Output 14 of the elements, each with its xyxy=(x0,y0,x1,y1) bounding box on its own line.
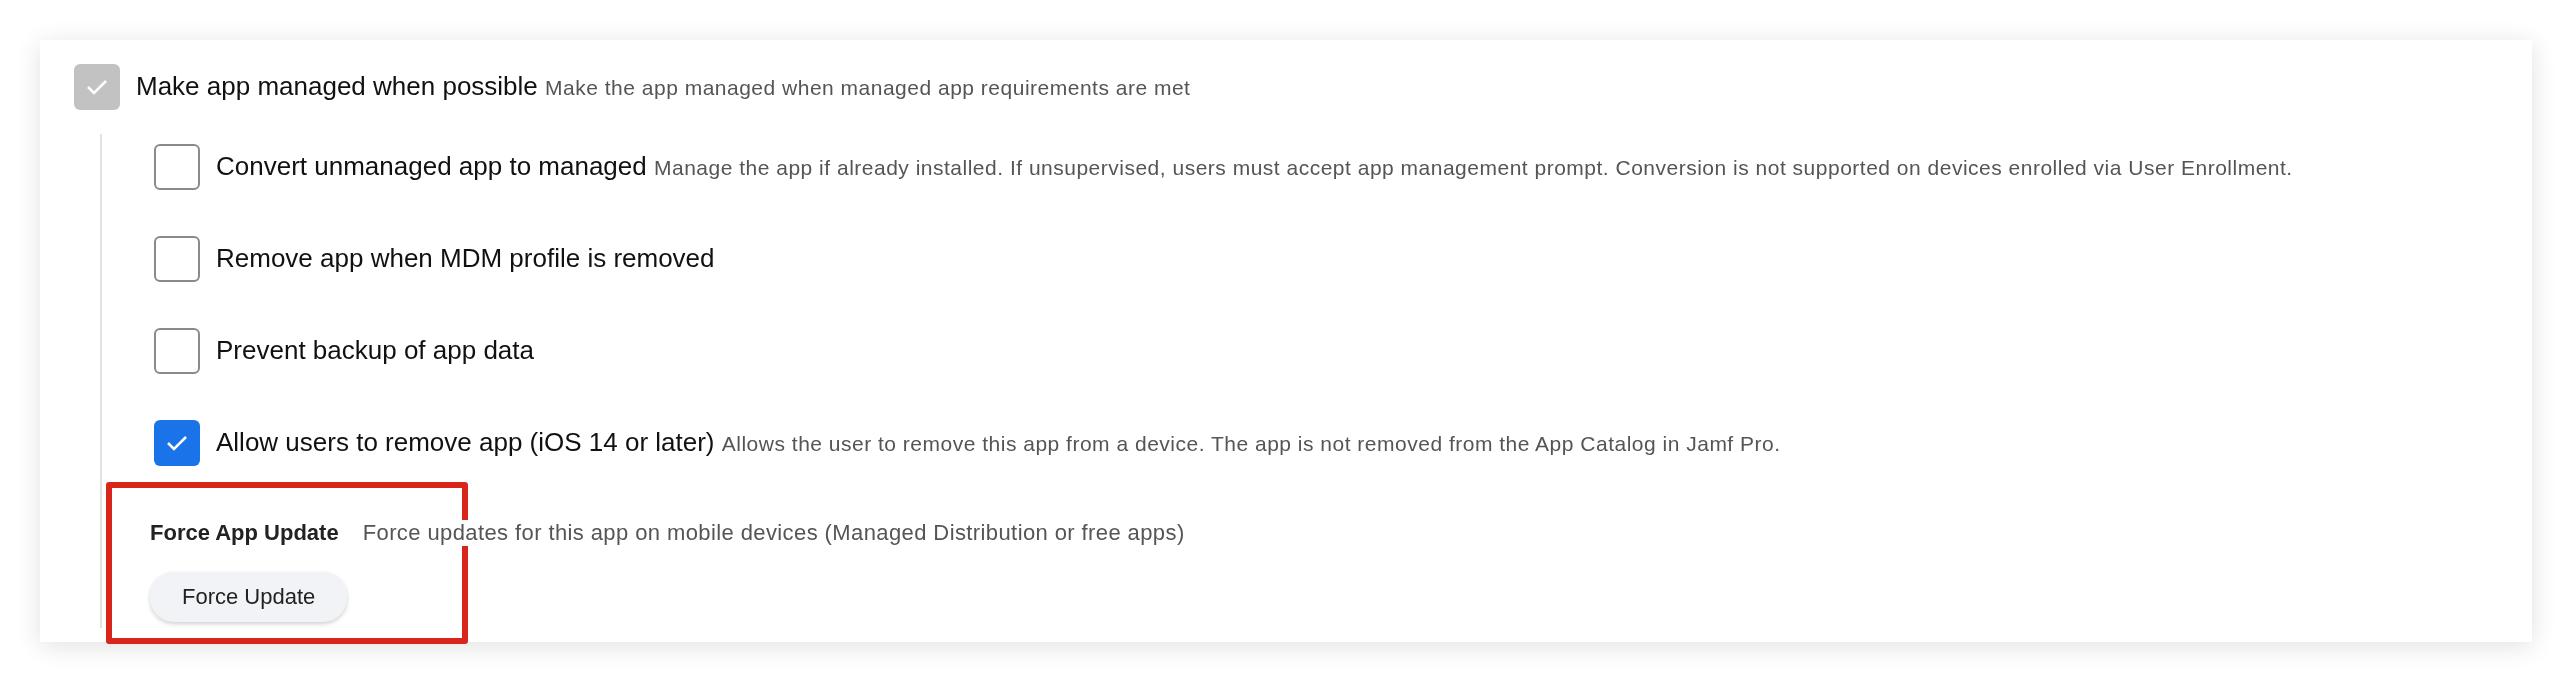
option-text: Make app managed when possible Make the app managed when managed app requirements are met xyxy=(136,70,1191,103)
option-text: Remove app when MDM profile is removed xyxy=(216,242,715,275)
section-title: Force App Update xyxy=(150,520,339,546)
checkbox[interactable] xyxy=(154,236,200,282)
option-text: Allow users to remove app (iOS 14 or later) Allows the user to remove this app from a device. The app is not removed from the App Catalog in Jamf Pro. xyxy=(216,426,1781,459)
checkmark-icon xyxy=(86,79,108,95)
option-text: Prevent backup of app data xyxy=(216,334,534,367)
checkbox[interactable] xyxy=(154,328,200,374)
checkmark-icon xyxy=(166,435,188,451)
option-text: Convert unmanaged app to managed Manage the app if already installed. If unsupervised, users must accept app management prompt. Conversion is not supported on devices enrolled via User Enrollment. xyxy=(216,150,2293,183)
section-description: Force updates for this app on mobile devices (Managed Distribution or free apps) xyxy=(362,520,1185,546)
checkbox[interactable] xyxy=(154,420,200,466)
force-update-button[interactable]: Force Update xyxy=(150,572,348,622)
checkbox[interactable] xyxy=(154,144,200,190)
